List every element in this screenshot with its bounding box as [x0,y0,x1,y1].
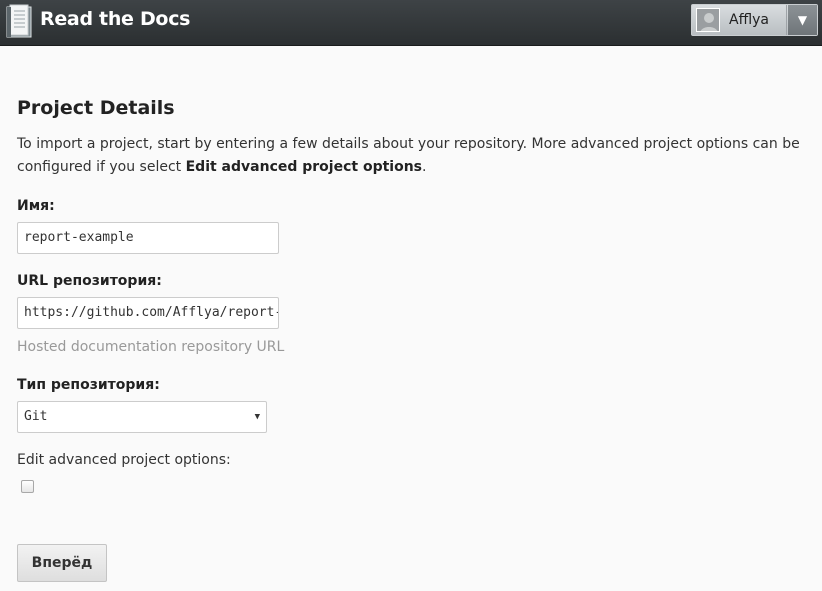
user-menu-dropdown-icon[interactable]: ▼ [788,5,817,35]
avatar-silhouette-icon [697,9,719,31]
advanced-options-label: Edit advanced project options: [17,452,231,468]
site-brand-link[interactable]: Read the Docs [40,8,190,30]
username[interactable]: Afflya [729,12,769,28]
repo-type-selected-value: Git [24,409,48,424]
select-arrow-icon: ▼ [254,412,260,422]
top-navigation-bar: Read the Docs Afflya ▼ [0,0,822,46]
advanced-options-checkbox[interactable] [21,480,34,493]
next-button[interactable]: Вперёд [17,544,107,582]
repo-url-help-text: Hosted documentation repository URL [17,339,285,355]
repo-type-select[interactable]: Git ▼ [17,401,267,433]
repo-type-label: Тип репозитория: [17,377,160,393]
name-input[interactable]: report-example [17,222,279,254]
page-title: Project Details [17,97,175,119]
intro-text: To import a project, start by entering a… [17,133,802,179]
user-menu-divider [786,5,787,35]
read-the-docs-logo-icon[interactable] [6,4,32,38]
repo-url-input[interactable]: https://github.com/Afflya/report-example [17,297,279,329]
name-label: Имя: [17,198,55,214]
intro-text-bold: Edit advanced project options [185,159,423,175]
intro-text-end: . [422,159,427,175]
user-menu[interactable]: Afflya ▼ [691,4,818,36]
repo-url-label: URL репозитория: [17,273,162,289]
user-avatar [696,8,720,32]
